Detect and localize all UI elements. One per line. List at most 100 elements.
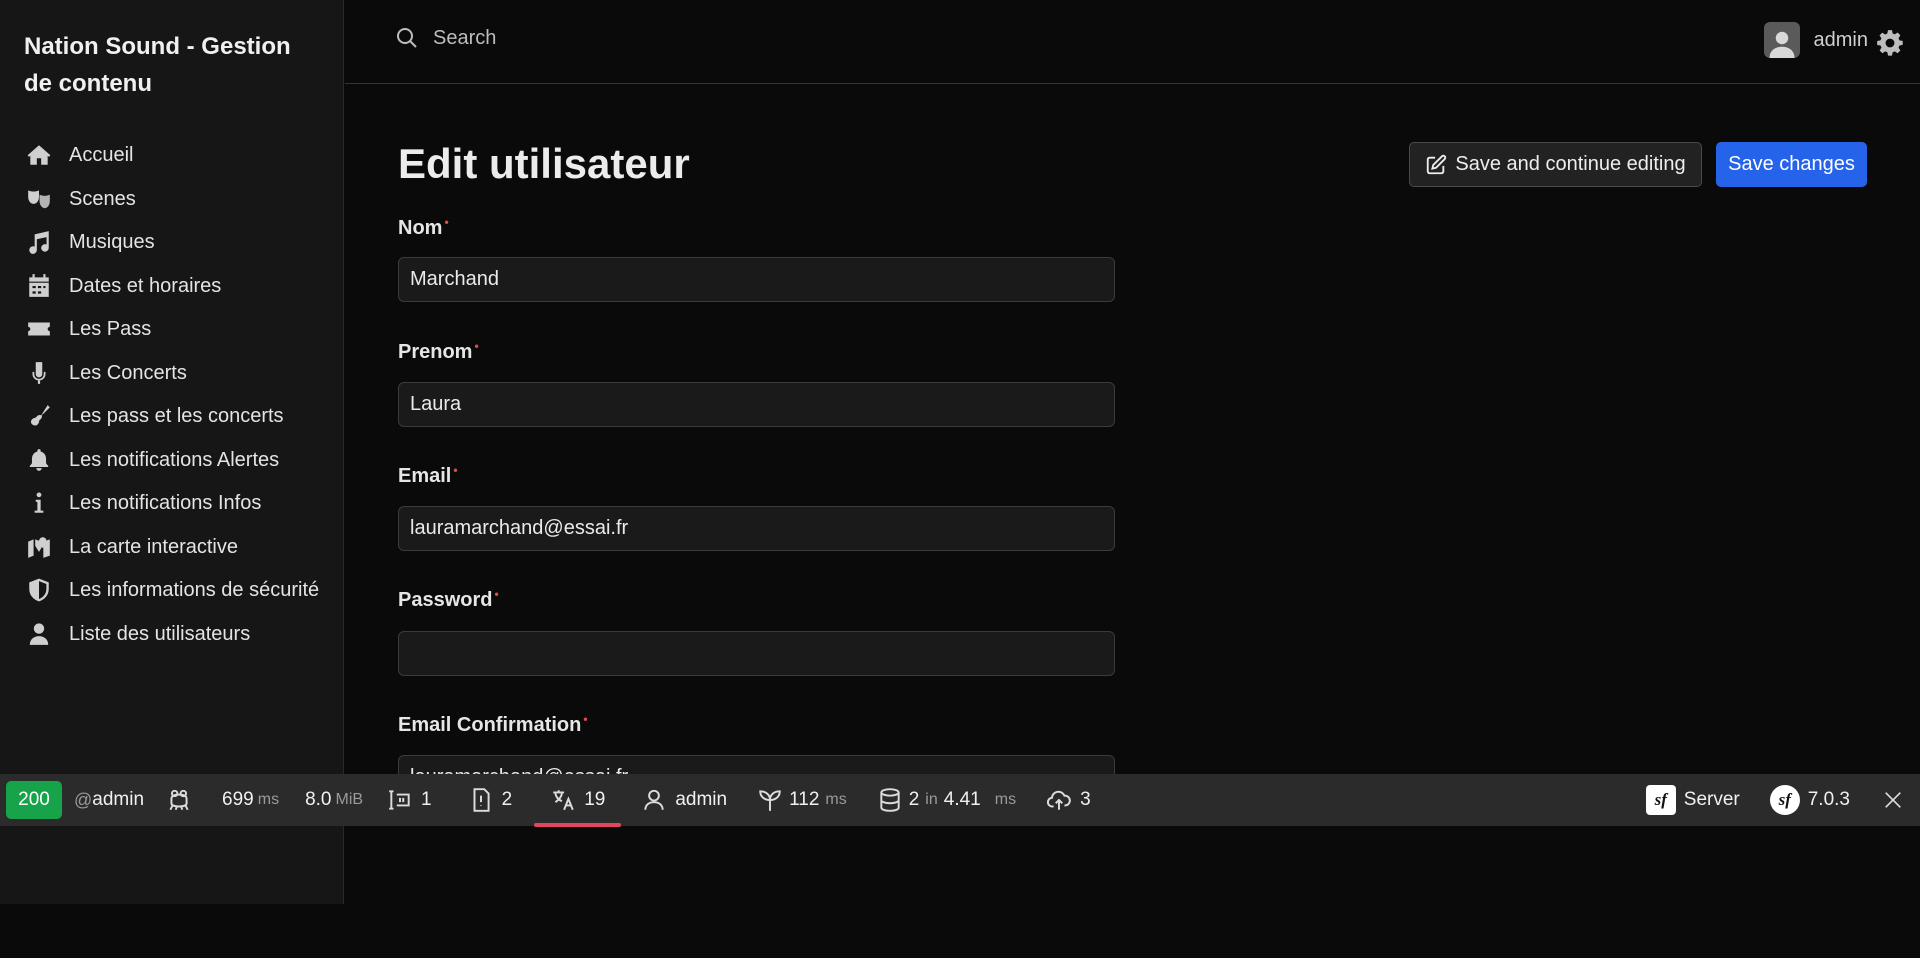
label-text: Prenom	[398, 341, 473, 363]
label-text: Password	[398, 589, 493, 611]
label-text: Email	[398, 465, 452, 487]
user-item[interactable]: admin	[641, 787, 727, 813]
forms-count: 1	[421, 789, 432, 810]
required-marker: •	[583, 712, 588, 726]
password-field[interactable]	[398, 631, 1115, 676]
nom-field[interactable]	[398, 257, 1115, 302]
debug-username: admin	[675, 789, 728, 810]
sidebar-item-accueil[interactable]: Accueil	[24, 140, 324, 171]
translations-item[interactable]: 19	[534, 787, 622, 827]
sidebar-menu: Accueil Scenes Musiques Dates et horaire…	[24, 140, 324, 662]
symfony-version-item[interactable]: sf 7.0.3	[1769, 785, 1850, 815]
memory-item[interactable]: 8.0 MiB	[305, 789, 363, 811]
sidebar-item-pass[interactable]: Les Pass	[24, 314, 324, 345]
microphone-icon	[24, 358, 54, 388]
sidebar-item-label: Les Pass	[69, 318, 152, 340]
brand-title[interactable]: Nation Sound - Gestion de contenu	[24, 28, 324, 102]
email-confirmation-field[interactable]	[398, 755, 1115, 774]
username: admin	[1813, 28, 1868, 51]
server-item[interactable]: sf Server	[1645, 785, 1740, 815]
route-prefix: @	[74, 789, 93, 810]
time-unit: ms	[257, 791, 280, 808]
database-item[interactable]: 2 in 4.41 ms	[877, 787, 1016, 813]
save-button[interactable]: Save changes	[1716, 142, 1867, 187]
forms-item[interactable]: 1	[387, 787, 432, 813]
sidebar-item-infos[interactable]: Les notifications Infos	[24, 488, 324, 519]
required-marker: •	[494, 587, 499, 601]
time-item[interactable]: 699 ms	[222, 789, 279, 811]
logs-count: 2	[501, 789, 513, 810]
log-file-icon	[473, 788, 490, 812]
sidebar: Nation Sound - Gestion de contenu Accuei…	[0, 0, 344, 774]
bell-icon	[24, 445, 54, 475]
sidebar-item-label: La carte interactive	[69, 535, 238, 558]
guitar-icon	[24, 401, 54, 431]
email-field[interactable]	[398, 506, 1115, 551]
http-client-item[interactable]: 3	[1046, 787, 1091, 813]
shield-icon	[24, 575, 54, 605]
sidebar-item-utilisateurs[interactable]: Liste des utilisateurs	[24, 619, 324, 650]
translate-icon	[553, 790, 574, 811]
ghost-figure	[169, 789, 189, 811]
ghost-icon[interactable]	[166, 787, 192, 813]
db-time: 4.41	[943, 789, 981, 810]
memory-unit: MiB	[335, 791, 364, 808]
route-name: admin	[92, 789, 145, 810]
route-item[interactable]: @ admin	[74, 789, 144, 811]
symfony-logo-icon: sf	[1769, 785, 1800, 815]
twig-unit: ms	[825, 791, 847, 808]
sidebar-item-label: Liste des utilisateurs	[69, 622, 251, 645]
search-placeholder[interactable]: Search	[433, 27, 496, 50]
sidebar-item-label: Les pass et les concerts	[69, 405, 284, 427]
sidebar-item-dates[interactable]: Dates et horaires	[24, 271, 324, 302]
sidebar-item-label: Accueil	[69, 144, 134, 166]
sidebar-item-musiques[interactable]: Musiques	[24, 227, 324, 258]
symfony-version: 7.0.3	[1807, 789, 1850, 810]
sidebar-item-label: Les Concerts	[69, 361, 187, 384]
ticket-icon	[24, 314, 54, 344]
db-in: in	[925, 791, 938, 808]
sidebar-item-label: Les notifications Infos	[69, 492, 262, 514]
logs-item[interactable]: 2	[468, 787, 513, 813]
translations-count: 19	[584, 789, 606, 810]
user-icon	[24, 619, 54, 649]
close-toolbar-button[interactable]	[1882, 789, 1904, 811]
sidebar-item-scenes[interactable]: Scenes	[24, 184, 324, 215]
field-label-nom: Nom •	[398, 215, 449, 240]
form-icon	[389, 790, 410, 810]
sidebar-item-pass-concerts[interactable]: Les pass et les concerts	[24, 401, 324, 432]
search-box[interactable]: Search	[395, 26, 496, 50]
sidebar-item-securite[interactable]: Les informations de sécurité	[24, 575, 324, 606]
save-continue-button[interactable]: Save and continue editing	[1409, 142, 1702, 187]
time-value: 699	[222, 789, 254, 810]
cloud-upload-icon	[1046, 790, 1071, 810]
twig-icon	[759, 790, 781, 811]
sidebar-item-alertes[interactable]: Les notifications Alertes	[24, 445, 324, 476]
search-icon	[397, 28, 417, 48]
required-marker: •	[444, 215, 449, 229]
sidebar-item-label: Les notifications Alertes	[69, 448, 280, 471]
label-text: Email Confirmation	[398, 714, 582, 736]
debug-toolbar: 200 @ admin 699 ms 8.0 MiB 1 2 19 admin 112…	[0, 774, 1920, 827]
close-icon	[1885, 792, 1901, 808]
page-title: Edit utilisateur	[398, 140, 690, 187]
sidebar-item-concerts[interactable]: Les Concerts	[24, 358, 324, 389]
db-unit: ms	[994, 791, 1017, 808]
save-continue-label: Save and continue editing	[1455, 153, 1686, 175]
db-queries: 2	[908, 789, 920, 810]
gear-icon[interactable]	[1876, 29, 1904, 57]
twig-item[interactable]: 112 ms	[757, 787, 847, 813]
field-label-prenom: Prenom •	[398, 339, 479, 364]
map-icon	[24, 532, 54, 562]
edit-icon	[1427, 154, 1447, 174]
field-label-password: Password •	[398, 587, 499, 612]
label-text: Nom	[398, 217, 443, 239]
user-menu[interactable]: admin	[1763, 22, 1868, 58]
status-badge[interactable]: 200	[6, 781, 62, 819]
sidebar-item-label: Les informations de sécurité	[69, 579, 320, 601]
prenom-field[interactable]	[398, 382, 1115, 427]
avatar-user-icon	[1769, 31, 1795, 58]
sidebar-item-carte[interactable]: La carte interactive	[24, 532, 324, 563]
sidebar-item-label: Musiques	[69, 231, 155, 253]
info-icon	[24, 488, 54, 518]
